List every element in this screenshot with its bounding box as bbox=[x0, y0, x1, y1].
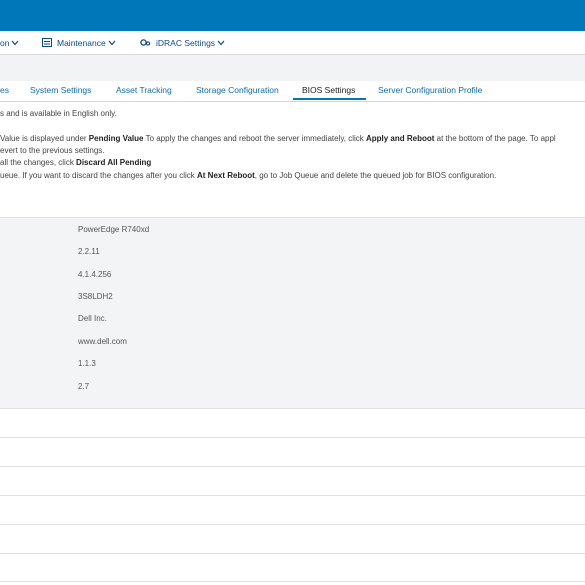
discard-all-pending-term: Discard All Pending bbox=[76, 158, 152, 167]
section-divider bbox=[0, 524, 585, 525]
maintenance-icon bbox=[42, 38, 52, 47]
section-divider bbox=[0, 581, 585, 582]
section-divider bbox=[0, 553, 585, 554]
idrac-version-value: 4.1.4.256 bbox=[78, 270, 112, 279]
menu-item-label: iDRAC Settings bbox=[156, 37, 216, 48]
system-model-value: PowerEdge R740xd bbox=[78, 225, 150, 234]
tab-asset-tracking[interactable]: Asset Tracking bbox=[116, 85, 172, 95]
info-text-line: ueue. If you want to discard the changes… bbox=[0, 171, 497, 180]
menu-item-label: Maintenance bbox=[57, 37, 106, 48]
top-header-bar bbox=[0, 0, 585, 31]
main-menu-bar: on Maintenance iDRAC Settings bbox=[0, 31, 585, 55]
menu-item-maintenance[interactable]: Maintenance bbox=[42, 31, 116, 54]
version-value: 1.1.3 bbox=[78, 359, 96, 368]
tab-server-configuration-profile[interactable]: Server Configuration Profile bbox=[378, 85, 482, 95]
system-information-panel: PowerEdge R740xd 2.2.11 4.1.4.256 3S8LDH… bbox=[0, 217, 585, 409]
info-text-line: all the changes, click Discard All Pendi… bbox=[0, 158, 152, 167]
pending-value-term: Pending Value bbox=[88, 134, 144, 143]
tab-system-settings[interactable]: System Settings bbox=[30, 85, 91, 95]
service-tag-value: 3S8LDH2 bbox=[78, 292, 113, 301]
menu-item-label: on bbox=[0, 37, 10, 48]
menu-item-idrac-settings[interactable]: iDRAC Settings bbox=[140, 31, 225, 54]
section-divider bbox=[0, 437, 585, 438]
at-next-reboot-term: At Next Reboot bbox=[197, 171, 255, 180]
sub-header-area bbox=[0, 55, 585, 81]
chevron-down-icon bbox=[217, 40, 225, 46]
menu-item-configuration[interactable]: on bbox=[0, 31, 19, 54]
section-divider bbox=[0, 466, 585, 467]
section-divider bbox=[0, 495, 585, 496]
chevron-down-icon bbox=[108, 40, 116, 46]
apply-and-reboot-term: Apply and Reboot bbox=[365, 134, 435, 143]
tab-storage-configuration[interactable]: Storage Configuration bbox=[196, 85, 279, 95]
manufacturer-value: Dell Inc. bbox=[78, 314, 107, 323]
bios-version-value: 2.2.11 bbox=[78, 247, 100, 256]
version-value: 2.7 bbox=[78, 382, 90, 391]
info-text-line: evert to the previous settings. bbox=[0, 146, 105, 155]
info-text-line: s and is available in English only. bbox=[0, 109, 117, 118]
info-text-line: Value is displayed under Pending Value T… bbox=[0, 134, 556, 143]
manufacturer-url-value: www.dell.com bbox=[78, 337, 127, 346]
chevron-down-icon bbox=[11, 40, 19, 46]
tab-services[interactable]: es bbox=[0, 85, 9, 95]
settings-icon bbox=[140, 38, 151, 47]
tab-bios-settings[interactable]: BIOS Settings bbox=[302, 85, 355, 95]
active-tab-indicator bbox=[293, 98, 366, 100]
